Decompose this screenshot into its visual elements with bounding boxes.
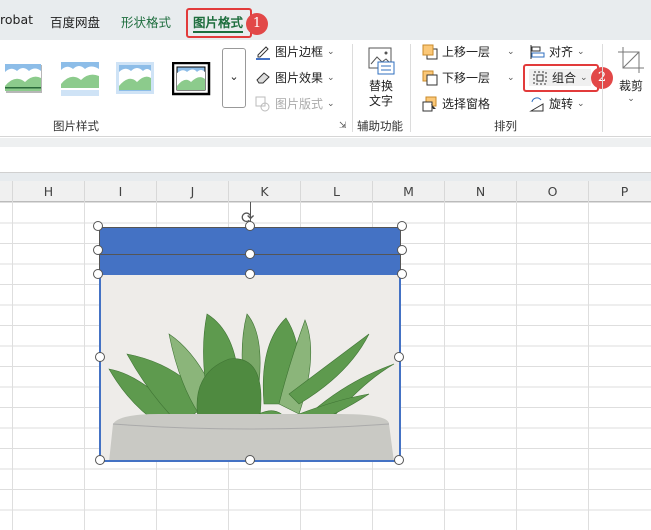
crop-icon xyxy=(618,47,644,73)
selection-pane-icon xyxy=(422,96,438,112)
eraser-effects-icon xyxy=(255,70,271,86)
group-label-picture-styles: 图片样式 xyxy=(53,119,99,133)
column-header-j[interactable]: J xyxy=(156,181,228,202)
tab-acrobat[interactable]: robat xyxy=(0,12,33,27)
separator xyxy=(602,44,603,132)
resize-handle[interactable] xyxy=(245,269,255,279)
rotate-icon xyxy=(529,96,545,112)
chevron-down-icon: ⌄ xyxy=(327,72,335,83)
resize-handle[interactable] xyxy=(394,352,404,362)
crop-button[interactable]: 裁剪 ⌄ xyxy=(614,46,648,104)
send-backward-button[interactable]: 下移一层 xyxy=(422,69,490,86)
resize-handle[interactable] xyxy=(397,245,407,255)
resize-handle[interactable] xyxy=(245,221,255,231)
picture-layout-icon xyxy=(255,96,271,112)
picture-style-4[interactable] xyxy=(172,62,212,96)
picture-effects-button[interactable]: 图片效果 ⌄ xyxy=(255,69,335,86)
align-label: 对齐 xyxy=(549,45,574,59)
rotate-label: 旋转 xyxy=(549,97,574,111)
resize-handle[interactable] xyxy=(397,221,407,231)
picture-style-2[interactable] xyxy=(61,62,101,96)
send-backward-chevron-icon[interactable]: ⌄ xyxy=(507,73,515,83)
tab-baidu-netdisk[interactable]: 百度网盘 xyxy=(50,12,100,31)
group-label-accessibility: 辅助功能 xyxy=(357,119,403,133)
selection-pane-button[interactable]: 选择窗格 xyxy=(422,95,490,112)
rotate-button[interactable]: 旋转 ⌄ xyxy=(529,95,585,112)
picture-effects-label: 图片效果 xyxy=(275,71,324,85)
step-badge-1: 1 xyxy=(246,13,268,35)
picture-layout-button[interactable]: 图片版式 ⌄ xyxy=(255,95,335,112)
bring-forward-button[interactable]: 上移一层 xyxy=(422,43,490,60)
alt-text-label-line2: 文字 xyxy=(368,94,393,108)
resize-handle[interactable] xyxy=(93,221,103,231)
column-header-i[interactable]: I xyxy=(84,181,156,202)
chevron-down-icon: ⌄ xyxy=(327,46,335,57)
alt-text-label-line1: 替换 xyxy=(368,79,393,93)
ribbon-tab-bar: robat 百度网盘 形状格式 图片格式 1 xyxy=(0,0,651,40)
column-header-row: H I J K L M N O P xyxy=(0,181,651,202)
column-header-k[interactable]: K xyxy=(228,181,300,202)
picture-selection-border xyxy=(99,273,401,462)
gallery-more-button[interactable]: ⌄ xyxy=(222,48,246,108)
resize-handle[interactable] xyxy=(95,352,105,362)
tab-shape-format[interactable]: 形状格式 xyxy=(121,12,171,31)
separator xyxy=(352,44,353,132)
send-backward-label: 下移一层 xyxy=(442,71,491,85)
column-header-p[interactable]: P xyxy=(588,181,651,202)
resize-handle[interactable] xyxy=(394,455,404,465)
alt-text-icon xyxy=(368,47,395,75)
chevron-down-icon: ⌄ xyxy=(627,94,635,104)
chevron-down-icon: ⌄ xyxy=(577,98,585,109)
resize-handle[interactable] xyxy=(93,269,103,279)
bring-forward-chevron-icon[interactable]: ⌄ xyxy=(507,47,515,57)
formula-bar[interactable] xyxy=(0,147,651,173)
resize-handle[interactable] xyxy=(397,269,407,279)
column-header-m[interactable]: M xyxy=(372,181,444,202)
bring-forward-icon xyxy=(422,44,438,60)
column-header-o[interactable]: O xyxy=(516,181,588,202)
dialog-launcher-icon[interactable]: ⇲ xyxy=(339,121,347,131)
resize-handle[interactable] xyxy=(95,455,105,465)
column-header-l[interactable]: L xyxy=(300,181,372,202)
alt-text-button[interactable]: 替换 文字 xyxy=(360,46,402,109)
bring-forward-label: 上移一层 xyxy=(442,45,491,59)
align-button[interactable]: 对齐 ⌄ xyxy=(529,43,585,60)
highlight-box-group xyxy=(523,64,599,92)
chevron-down-icon: ⌄ xyxy=(327,98,335,109)
selection-pane-label: 选择窗格 xyxy=(442,97,491,111)
send-backward-icon xyxy=(422,70,438,86)
chevron-down-icon: ⌄ xyxy=(577,46,585,57)
picture-layout-label: 图片版式 xyxy=(275,97,324,111)
picture-style-1[interactable] xyxy=(5,62,45,96)
sheet-gap xyxy=(0,173,651,181)
picture-border-button[interactable]: 图片边框 ⌄ xyxy=(255,43,335,60)
crop-label: 裁剪 xyxy=(618,79,643,93)
resize-handle[interactable] xyxy=(245,455,255,465)
pen-border-icon xyxy=(255,44,271,60)
separator xyxy=(410,44,411,132)
group-label-arrange: 排列 xyxy=(494,119,517,133)
resize-handle[interactable] xyxy=(93,245,103,255)
picture-style-3[interactable] xyxy=(116,62,156,96)
align-icon xyxy=(529,44,545,60)
column-header-h[interactable]: H xyxy=(12,181,84,202)
ribbon-gap xyxy=(0,138,651,147)
highlight-box-tab xyxy=(186,8,252,38)
picture-border-label: 图片边框 xyxy=(275,45,324,59)
column-header-n[interactable]: N xyxy=(444,181,516,202)
resize-handle[interactable] xyxy=(245,249,255,259)
